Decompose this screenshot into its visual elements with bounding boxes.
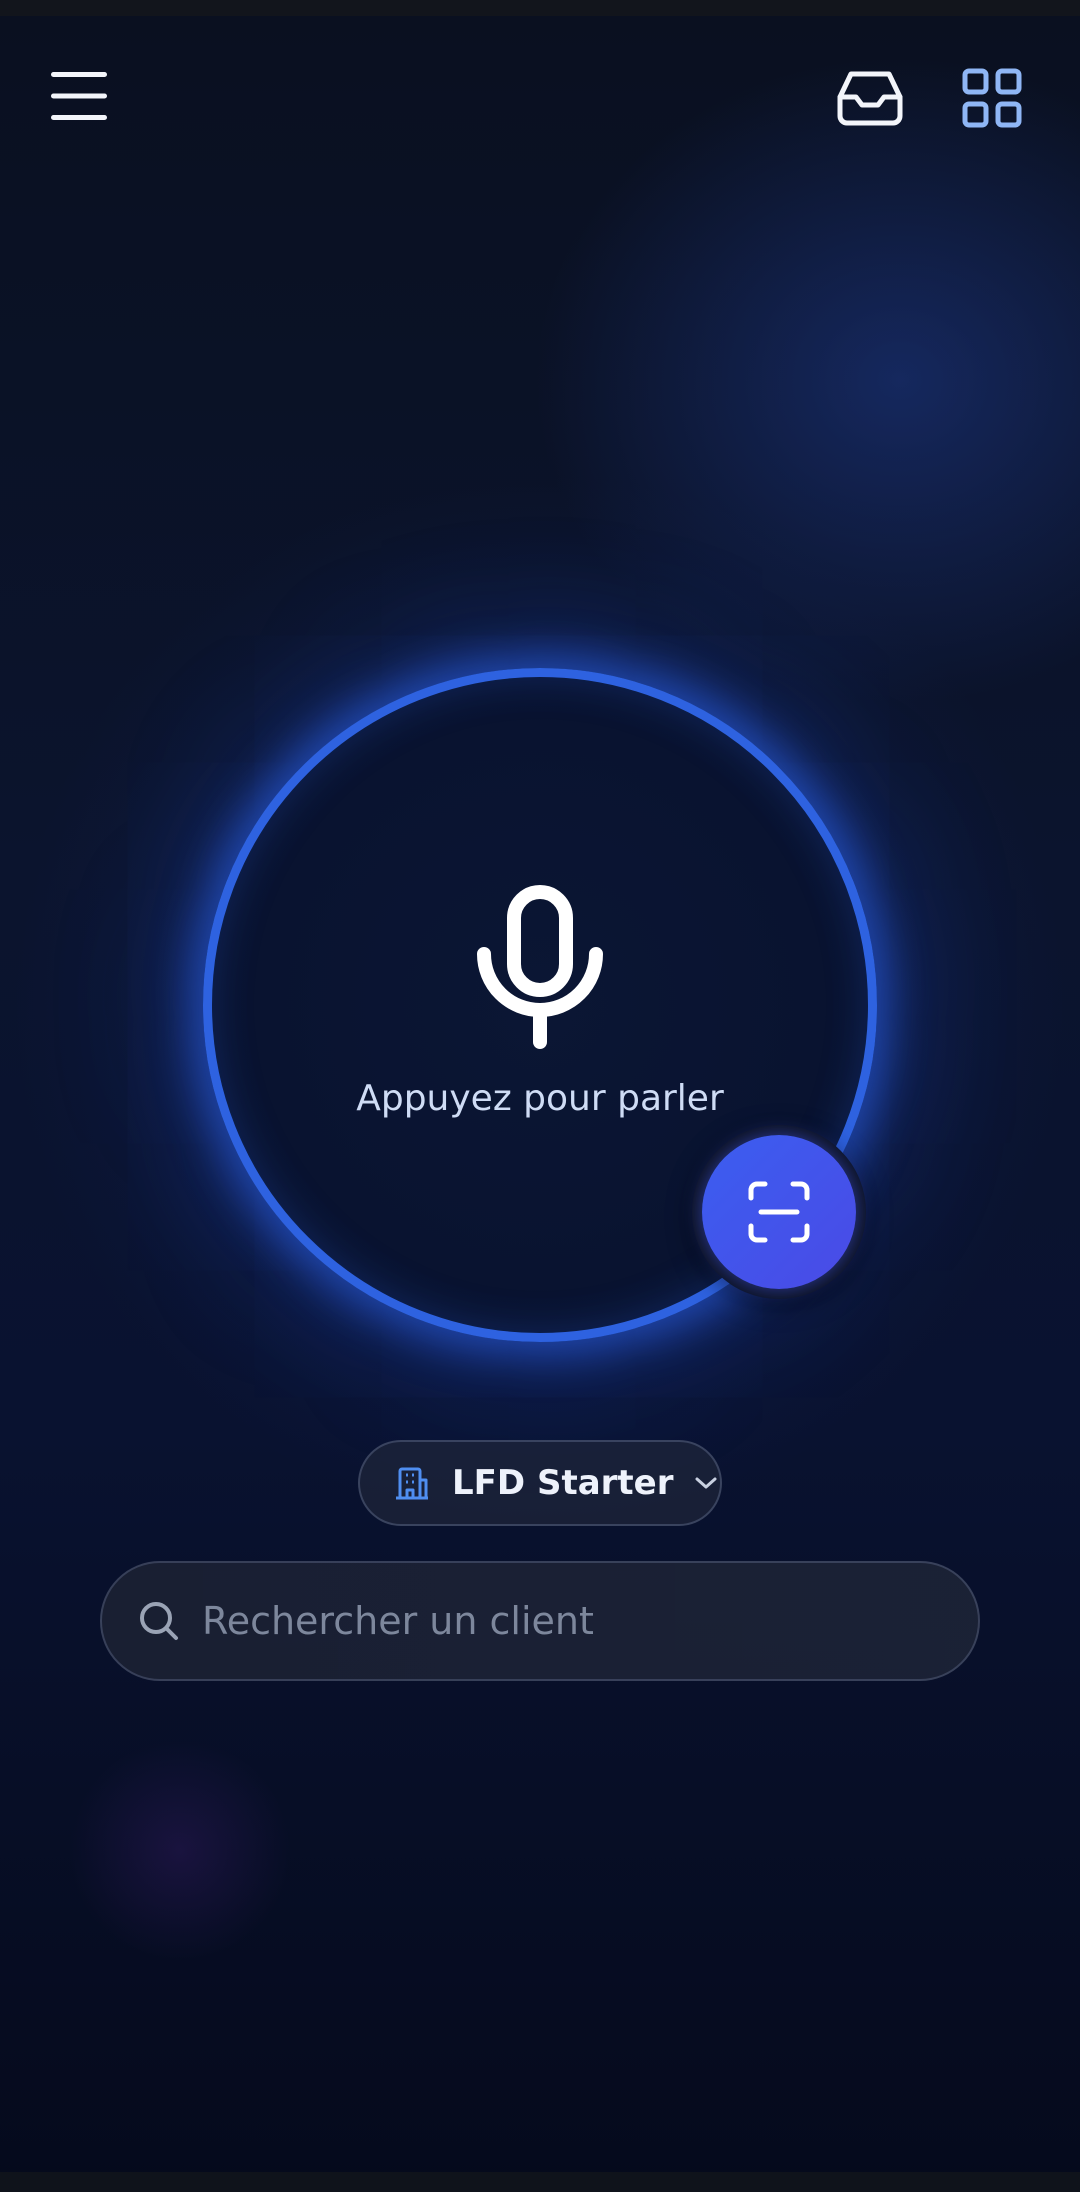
microphone-icon bbox=[477, 885, 603, 1049]
grid-apps-icon bbox=[962, 68, 1022, 128]
client-search-box[interactable] bbox=[100, 1561, 980, 1681]
menu-button[interactable] bbox=[42, 60, 116, 132]
search-icon bbox=[140, 1602, 178, 1640]
building-icon bbox=[396, 1467, 428, 1500]
apps-grid-button[interactable] bbox=[952, 58, 1032, 138]
home-screen: Appuyez pour parler LFD Starter bbox=[0, 0, 1080, 2192]
voice-prompt-label: Appuyez pour parler bbox=[356, 1078, 724, 1119]
hamburger-menu-icon bbox=[51, 72, 107, 120]
inbox-tray-icon bbox=[837, 71, 903, 126]
scan-button-face bbox=[702, 1135, 856, 1289]
chevron-down-icon bbox=[695, 1477, 717, 1489]
workspace-name: LFD Starter bbox=[452, 1463, 674, 1503]
navigation-bar bbox=[0, 2172, 1080, 2192]
workspace-selector[interactable]: LFD Starter bbox=[358, 1440, 722, 1526]
scan-frame-icon bbox=[748, 1181, 810, 1243]
status-bar bbox=[0, 0, 1080, 16]
scan-button[interactable] bbox=[692, 1125, 866, 1299]
inbox-button[interactable] bbox=[830, 58, 910, 138]
client-search-input[interactable] bbox=[200, 1598, 938, 1644]
